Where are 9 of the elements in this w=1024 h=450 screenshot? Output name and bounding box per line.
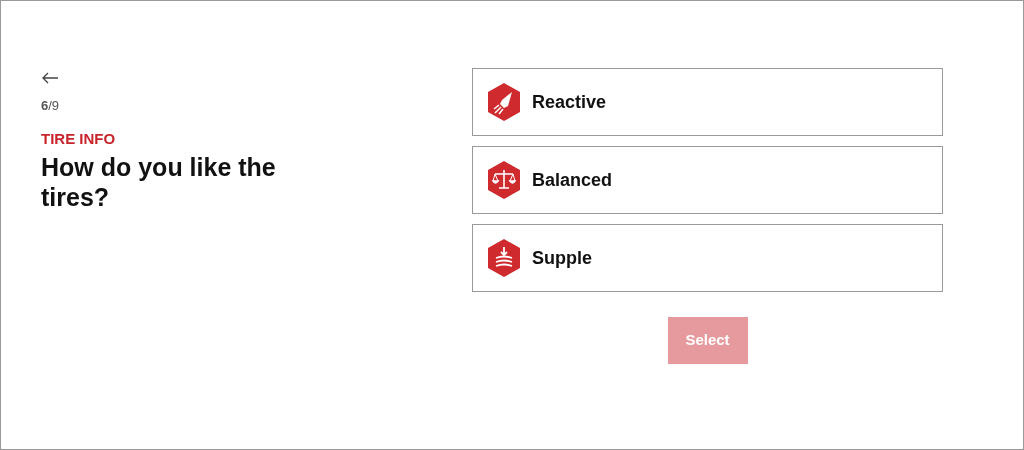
step-counter: 6/9	[41, 97, 61, 115]
rocket-icon	[486, 82, 522, 122]
question-title: How do you like the tires?	[41, 152, 277, 212]
option-card[interactable]: Supple	[472, 224, 943, 292]
option-card[interactable]: Reactive	[472, 68, 943, 136]
option-card[interactable]: Balanced	[472, 146, 943, 214]
section-label: TIRE INFO	[41, 128, 117, 149]
scale-icon	[486, 160, 522, 200]
compress-icon	[486, 238, 522, 278]
